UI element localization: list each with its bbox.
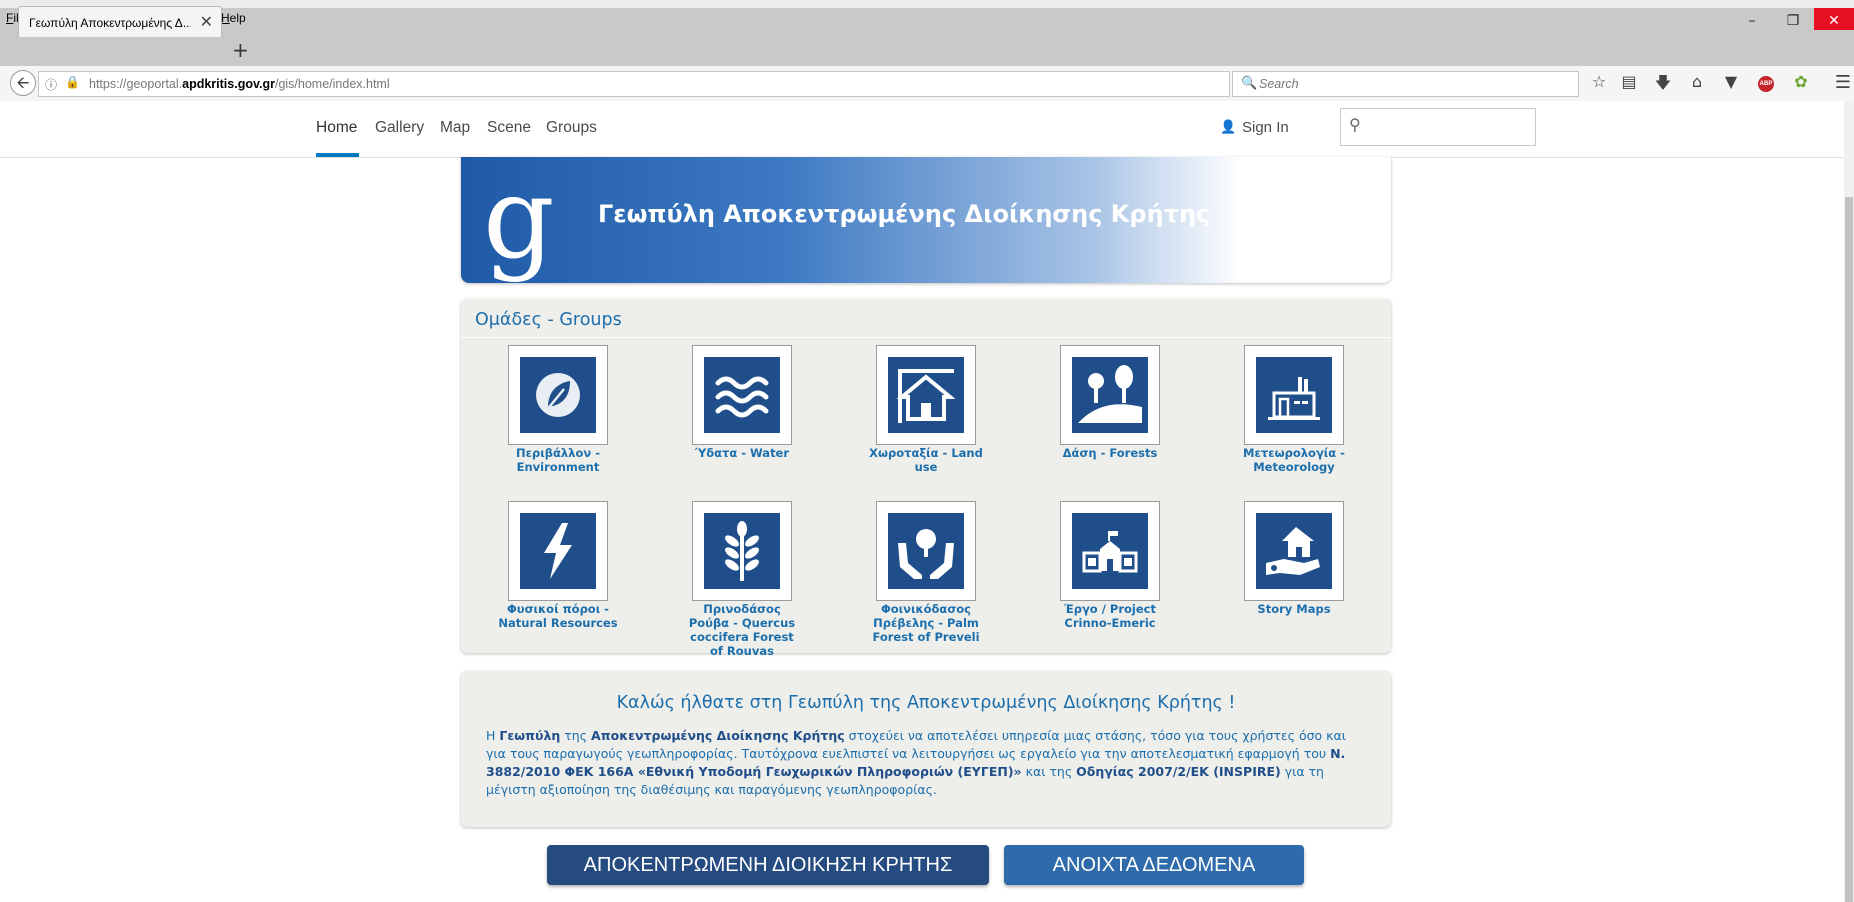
pocket-icon[interactable]: ▼ — [1720, 72, 1742, 91]
tab-close-icon[interactable]: ✕ — [200, 12, 213, 32]
menu-help-accel: H — [221, 11, 230, 25]
trees-icon — [1072, 357, 1148, 433]
url-path: /gis/home/index.html — [274, 77, 390, 91]
active-nav-indicator — [316, 153, 359, 157]
back-arrow-icon[interactable]: 🡨 — [10, 70, 36, 96]
group-label[interactable]: Φοινικόδασος Πρέβελης - Palm Forest of P… — [866, 602, 986, 644]
adblock-icon[interactable]: ABP — [1758, 76, 1774, 92]
nav-map[interactable]: Map — [440, 119, 470, 137]
sign-in-link[interactable]: Sign In — [1242, 119, 1289, 136]
welcome-text-part: της — [560, 728, 592, 743]
lightning-icon — [520, 513, 596, 589]
nav-groups[interactable]: Groups — [546, 119, 597, 137]
welcome-text-part: Η — [486, 728, 500, 743]
navigation-toolbar: 🡨 ⓘ 🔒 https://geoportal.apdkritis.gov.gr… — [0, 66, 1854, 102]
user-icon: 👤 — [1220, 119, 1237, 134]
house-ruler-icon — [888, 357, 964, 433]
menu-bar: File Edit View History Bookmarks Tools H… — [0, 8, 1854, 30]
menu-icon[interactable]: ☰ — [1832, 72, 1854, 93]
welcome-panel: Καλώς ήλθατε στη Γεωπύλη της Αποκεντρωμέ… — [461, 671, 1391, 827]
groups-divider — [461, 337, 1391, 338]
welcome-text-part: και της — [1021, 764, 1077, 779]
new-tab-button[interactable]: + — [232, 38, 249, 62]
nav-gallery[interactable]: Gallery — [375, 119, 424, 137]
school-building-icon — [1072, 513, 1148, 589]
group-thumbnail[interactable] — [692, 501, 792, 601]
group-thumbnail[interactable] — [508, 345, 608, 445]
group-label[interactable]: Φυσικοί πόροι - Natural Resources — [498, 602, 618, 630]
tab-strip — [0, 30, 1854, 66]
groups-title: Ομάδες - Groups — [475, 310, 622, 330]
group-thumbnail[interactable] — [508, 501, 608, 601]
group-thumbnail[interactable] — [1244, 501, 1344, 601]
site-header: Home Gallery Map Scene Groups 👤 Sign In … — [0, 101, 1854, 158]
url-text: https://geoportal.apdkritis.gov.gr/gis/h… — [89, 77, 390, 91]
leaf-icon[interactable]: ✿ — [1790, 72, 1812, 91]
group-thumbnail[interactable] — [1060, 345, 1160, 445]
group-thumbnail[interactable] — [1244, 345, 1344, 445]
group-label[interactable]: Μετεωρολογία - Meteorology — [1234, 446, 1354, 474]
group-thumbnail[interactable] — [876, 345, 976, 445]
water-waves-icon — [704, 357, 780, 433]
url-prefix: https://geoportal. — [89, 77, 183, 91]
nav-scene[interactable]: Scene — [487, 119, 531, 137]
url-domain: apdkritis.gov.gr — [182, 77, 275, 91]
browser-tab[interactable]: Γεωπύλη Αποκεντρωμένης Δ... ✕ — [18, 6, 222, 37]
menu-help-label: elp — [229, 11, 246, 25]
portal-banner: g Γεωπύλη Αποκεντρωμένης Διοίκησης Κρήτη… — [461, 157, 1391, 283]
browser-search-input[interactable]: 🔍 Search — [1232, 71, 1579, 97]
search-icon: ⚲ — [1349, 117, 1361, 134]
group-label[interactable]: Ύδατα - Water — [682, 446, 802, 460]
lock-icon: 🔒 — [65, 75, 80, 89]
scrollbar-thumb[interactable] — [1845, 197, 1853, 902]
group-label[interactable]: Χωροταξία - Land use — [866, 446, 986, 474]
group-thumbnail[interactable] — [1060, 501, 1160, 601]
hands-care-icon — [888, 513, 964, 589]
download-icon[interactable]: 🡇 — [1652, 72, 1674, 99]
groups-panel: Ομάδες - Groups Περιβάλλον - Environment… — [461, 299, 1391, 658]
nav-home[interactable]: Home — [316, 119, 357, 137]
menu-help[interactable]: Help — [221, 11, 246, 25]
group-thumbnail[interactable] — [876, 501, 976, 601]
page-scrollbar[interactable] — [1844, 101, 1854, 902]
welcome-title: Καλώς ήλθατε στη Γεωπύλη της Αποκεντρωμέ… — [616, 693, 1236, 713]
star-icon[interactable]: ☆ — [1588, 72, 1610, 91]
geoportal-logo: g — [483, 154, 555, 284]
banner-title: Γεωπύλη Αποκεντρωμένης Διοίκησης Κρήτης — [598, 200, 1211, 228]
search-placeholder: Search — [1259, 77, 1299, 91]
group-label[interactable]: Πρινοδάσος Ρούβα - Quercus coccifera For… — [682, 602, 802, 658]
home-icon[interactable]: ⌂ — [1686, 72, 1708, 91]
wheat-icon — [704, 513, 780, 589]
group-label[interactable]: Έργο / Project Crinno-Emeric — [1050, 602, 1170, 630]
leaf-icon — [520, 357, 596, 433]
open-data-button[interactable]: ΑΝΟΙΧΤΑ ΔΕΔΟΜΕΝΑ — [1004, 845, 1304, 885]
group-label[interactable]: Δάση - Forests — [1050, 446, 1170, 460]
magnifier-icon: 🔍 — [1241, 75, 1258, 90]
apdkritis-button[interactable]: ΑΠΟΚΕΝΤΡΩΜΕΝΗ ΔΙΟΙΚΗΣΗ ΚΡΗΤΗΣ — [547, 845, 989, 885]
group-thumbnail[interactable] — [692, 345, 792, 445]
info-icon[interactable]: ⓘ — [45, 76, 57, 93]
group-label[interactable]: Περιβάλλον - Environment — [498, 446, 618, 474]
welcome-bold-part: Γεωπύλη — [499, 728, 561, 743]
welcome-bold-part: Οδηγίας 2007/2/ΕΚ (INSPIRE) — [1076, 764, 1281, 779]
welcome-description: Η Γεωπύλη της Αποκεντρωμένης Διοίκησης Κ… — [486, 727, 1366, 799]
site-search-input[interactable]: ⚲ — [1340, 108, 1536, 146]
station-icon — [1256, 357, 1332, 433]
group-label[interactable]: Story Maps — [1234, 602, 1354, 616]
url-bar[interactable]: ⓘ 🔒 https://geoportal.apdkritis.gov.gr/g… — [38, 71, 1251, 97]
welcome-bold-part: Αποκεντρωμένης Διοίκησης Κρήτης — [591, 728, 845, 743]
clipboard-icon[interactable]: ▤ — [1618, 72, 1640, 91]
hand-house-icon — [1256, 513, 1332, 589]
tab-title: Γεωπύλη Αποκεντρωμένης Δ... — [29, 16, 191, 30]
